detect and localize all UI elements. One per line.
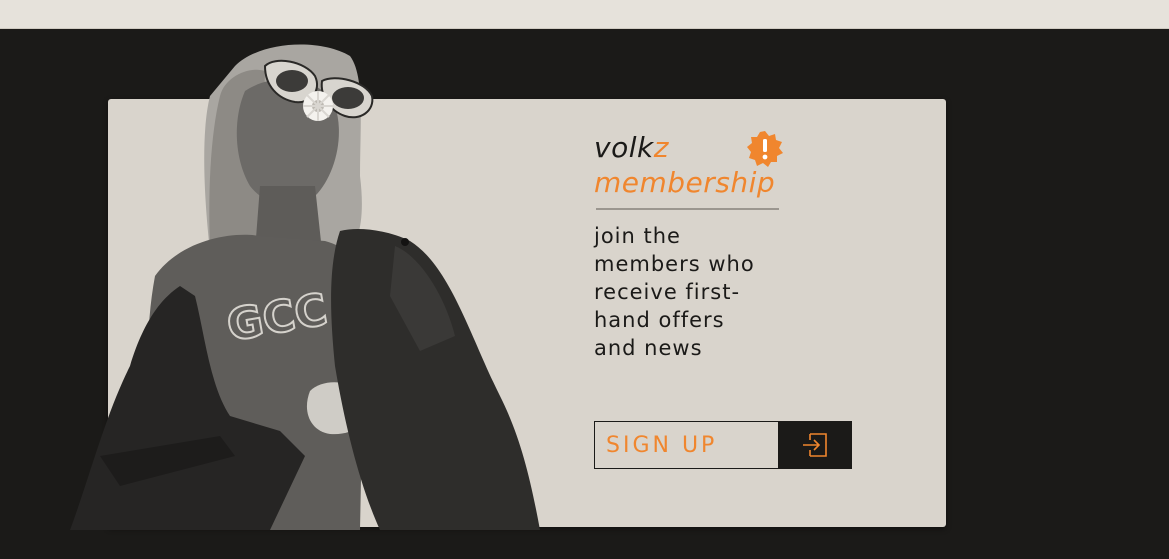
brand-subtitle: membership [594,166,776,199]
model-photo: GCC [60,36,550,530]
tagline-line: and news [594,336,703,360]
login-arrow-icon [803,433,827,457]
tagline: join the members who receive first- hand… [594,222,814,362]
alert-badge-icon [746,130,784,168]
brand-divider [596,208,779,210]
tagline-line: receive first- [594,280,741,304]
tagline-line: hand offers [594,308,725,332]
brand-name-accent: z [653,131,669,164]
brand-name-main: volk [594,131,654,164]
signup-button[interactable]: SIGN UP [594,421,779,469]
tagline-line: join the [594,224,681,248]
signup-submit-button[interactable] [778,421,852,469]
top-bar [0,0,1169,29]
tagline-line: members who [594,252,755,276]
